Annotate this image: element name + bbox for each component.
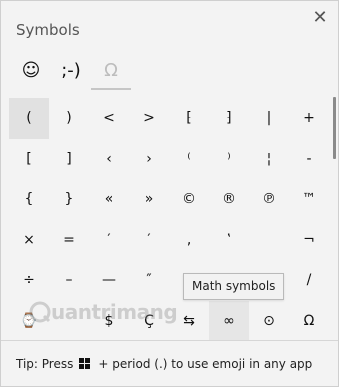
symbol-cell[interactable]: ™ (289, 179, 329, 220)
watermark-logo-icon (29, 301, 51, 323)
symbol-cell[interactable]: ] (49, 139, 89, 180)
tip-text-start: Tip: Press (16, 356, 74, 371)
symbol-cell[interactable]: > (129, 98, 169, 139)
vertical-scrollbar[interactable] (333, 97, 336, 159)
tip-text-end: + period (.) to use emoji in any app (98, 356, 313, 371)
symbol-cell[interactable]: { (9, 179, 49, 220)
symbol-cell[interactable] (249, 220, 289, 261)
tab-emoji[interactable]: ☺ (11, 56, 51, 88)
symbol-cell[interactable]: < (89, 98, 129, 139)
tab-symbols[interactable]: Ω (91, 56, 131, 90)
symbol-cell[interactable]: ‚ (169, 220, 209, 261)
symbol-cell[interactable]: × (9, 220, 49, 261)
symbol-cell[interactable]: ‛ (209, 220, 249, 261)
symbol-cell[interactable]: ¬ (289, 220, 329, 261)
symbol-cell[interactable]: ( (9, 98, 49, 139)
symbols-panel: ✕ Symbols ☺ ;-) Ω ( ) < > ⁅ ⁆ | + [ ] ‹ … (0, 0, 339, 387)
symbol-cell[interactable]: Ω (289, 301, 329, 342)
symbol-cell[interactable]: } (49, 179, 89, 220)
symbol-cell[interactable]: ′ (89, 220, 129, 261)
symbol-cell[interactable]: / (289, 260, 329, 301)
symbol-cell[interactable]: ) (49, 98, 89, 139)
panel-title: Symbols (16, 21, 80, 39)
tooltip: Math symbols (183, 273, 285, 300)
symbol-cell[interactable]: › (129, 139, 169, 180)
symbol-cell[interactable]: ¦ (249, 139, 289, 180)
symbol-cell[interactable]: ÷ (9, 260, 49, 301)
symbol-cell[interactable]: » (129, 179, 169, 220)
symbol-cell[interactable]: ℗ (249, 179, 289, 220)
symbol-cell[interactable]: + (289, 98, 329, 139)
symbol-cell[interactable]: ∞ (209, 300, 249, 341)
symbol-cell[interactable]: [ (9, 139, 49, 180)
symbol-cell[interactable]: ⁾ (209, 139, 249, 180)
symbol-cell[interactable]: - (289, 139, 329, 180)
symbol-cell[interactable]: ⁅ (169, 98, 209, 139)
symbol-cell[interactable]: ⊙ (249, 301, 289, 342)
symbol-cell[interactable]: « (89, 179, 129, 220)
symbol-cell[interactable]: ‹ (89, 139, 129, 180)
symbol-cell[interactable]: ″ (129, 260, 169, 301)
tab-kaomoji[interactable]: ;-) (51, 56, 91, 88)
category-tabs: ☺ ;-) Ω (11, 56, 131, 92)
symbol-cell[interactable]: ⁽ (169, 139, 209, 180)
footer-tip: Tip: Press + period (.) to use emoji in … (1, 340, 338, 386)
symbol-cell[interactable]: — (89, 260, 129, 301)
close-icon[interactable]: ✕ (310, 9, 330, 29)
symbol-cell[interactable]: ′ (129, 220, 169, 261)
windows-logo-icon (79, 358, 91, 369)
watermark: uantrimang (29, 300, 178, 324)
symbol-cell[interactable]: © (169, 179, 209, 220)
symbol-cell[interactable]: = (49, 220, 89, 261)
symbol-cell[interactable]: ® (209, 179, 249, 220)
watermark-text: uantrimang (51, 300, 178, 324)
symbol-cell[interactable]: ⁆ (209, 98, 249, 139)
symbol-cell[interactable]: | (249, 98, 289, 139)
symbol-cell[interactable]: – (49, 260, 89, 301)
